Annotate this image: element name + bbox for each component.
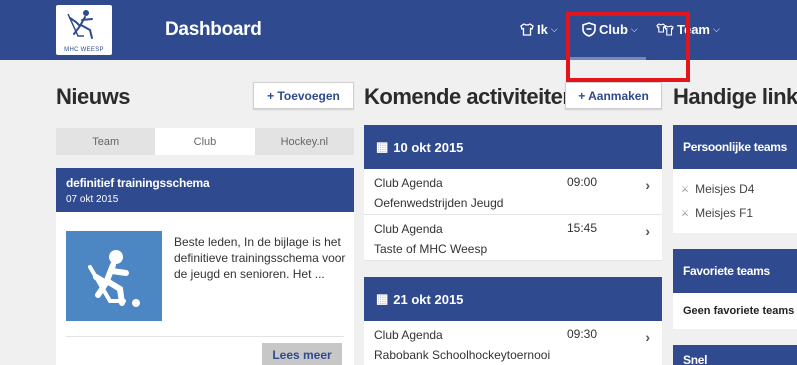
news-item-date: 07 okt 2015 [66,194,119,205]
day-date: 21 okt 2015 [393,291,464,307]
activity-time: 09:30 [567,327,598,341]
activity-category: Club Agenda [374,328,443,342]
quick-links-header: Snel [673,345,797,365]
personal-team-link[interactable]: ⚔ Meisjes F1 [673,201,797,225]
tab-hockey-nl[interactable]: Hockey.nl [255,128,354,155]
page-title[interactable]: Dashboard [165,19,262,41]
news-item-title: definitief trainingsschema [66,176,210,190]
calendar-icon: ▦ [376,139,389,154]
activity-name: Taste of MHC Weesp [374,242,488,256]
highlight-annotation-box [566,12,690,82]
club-logo[interactable]: MHC WEESP [56,5,112,55]
activity-row[interactable]: Club Agenda Oefenwedstrijden Jeugd 09:00… [364,169,662,215]
day-header: ▦ 10 okt 2015 [364,125,662,169]
activities-list: ▦ 10 okt 2015 Club Agenda Oefenwedstrijd… [364,125,662,365]
personal-teams-header: Persoonlijke teams [673,125,797,169]
news-item-text: Beste leden, In de bijlage is het defini… [174,235,346,281]
news-title: Nieuws [56,84,131,109]
hockey-player-image [66,231,162,321]
nav-ik[interactable]: Ik ⌵ [520,22,558,37]
hockey-player-icon [88,250,140,307]
logo-text: MHC WEESP [64,47,104,53]
tab-club[interactable]: Club [155,128,255,155]
tab-team[interactable]: Team [56,128,155,155]
day-activities: Club Agenda Oefenwedstrijden Jeugd 09:00… [364,169,662,261]
activity-name: Rabobank Schoolhockeytoernooi [374,348,551,362]
day-activities: Club Agenda Rabobank Schoolhockeytoernoo… [364,321,662,365]
activity-category: Club Agenda [374,222,443,236]
links-title: Handige links [673,84,797,109]
day-date: 10 okt 2015 [393,139,464,155]
chevron-right-icon: › [645,329,650,345]
activities-title: Komende activiteiten [364,84,576,109]
chevron-down-icon: ⌵ [550,24,558,34]
activity-time: 15:45 [567,221,598,235]
activity-row[interactable]: Club Agenda Rabobank Schoolhockeytoernoo… [364,321,662,365]
read-more-button[interactable]: Lees meer [262,343,342,365]
team-name: Meisjes D4 [695,182,755,196]
hockey-player-logo-icon [67,10,93,39]
chevron-down-icon: ⌵ [713,24,720,34]
news-item-card: definitief trainingsschema 07 okt 2015 B… [56,168,354,365]
news-item-header[interactable]: definitief trainingsschema 07 okt 2015 [56,168,354,212]
shirt-icon [520,23,534,36]
activity-name: Oefenwedstrijden Jeugd [374,196,504,210]
calendar-icon: ▦ [376,291,389,306]
activity-time: 09:00 [567,175,598,189]
team-name: Meisjes F1 [695,206,754,220]
add-activity-button[interactable]: + Aanmaken [565,82,662,109]
shirt-icon: ⚔ [681,183,690,194]
links-panel: Persoonlijke teams ⚔ Meisjes D4 ⚔ Meisje… [673,125,797,365]
favorite-teams-header: Favoriete teams [673,249,797,293]
day-header: ▦ 21 okt 2015 [364,277,662,321]
nav-ik-label: Ik [537,22,548,37]
shirt-icon: ⚔ [681,207,690,218]
chevron-right-icon: › [645,223,650,239]
activity-category: Club Agenda [374,176,443,190]
personal-team-link[interactable]: ⚔ Meisjes D4 [673,177,797,201]
divider [66,336,344,337]
chevron-right-icon: › [645,177,650,193]
news-tabs: Team Club Hockey.nl [56,128,354,155]
add-news-button[interactable]: + Toevoegen [253,82,354,109]
favorites-empty-text: Geen favoriete teams [673,299,797,323]
activity-row[interactable]: Club Agenda Taste of MHC Weesp 15:45 › [364,215,662,261]
